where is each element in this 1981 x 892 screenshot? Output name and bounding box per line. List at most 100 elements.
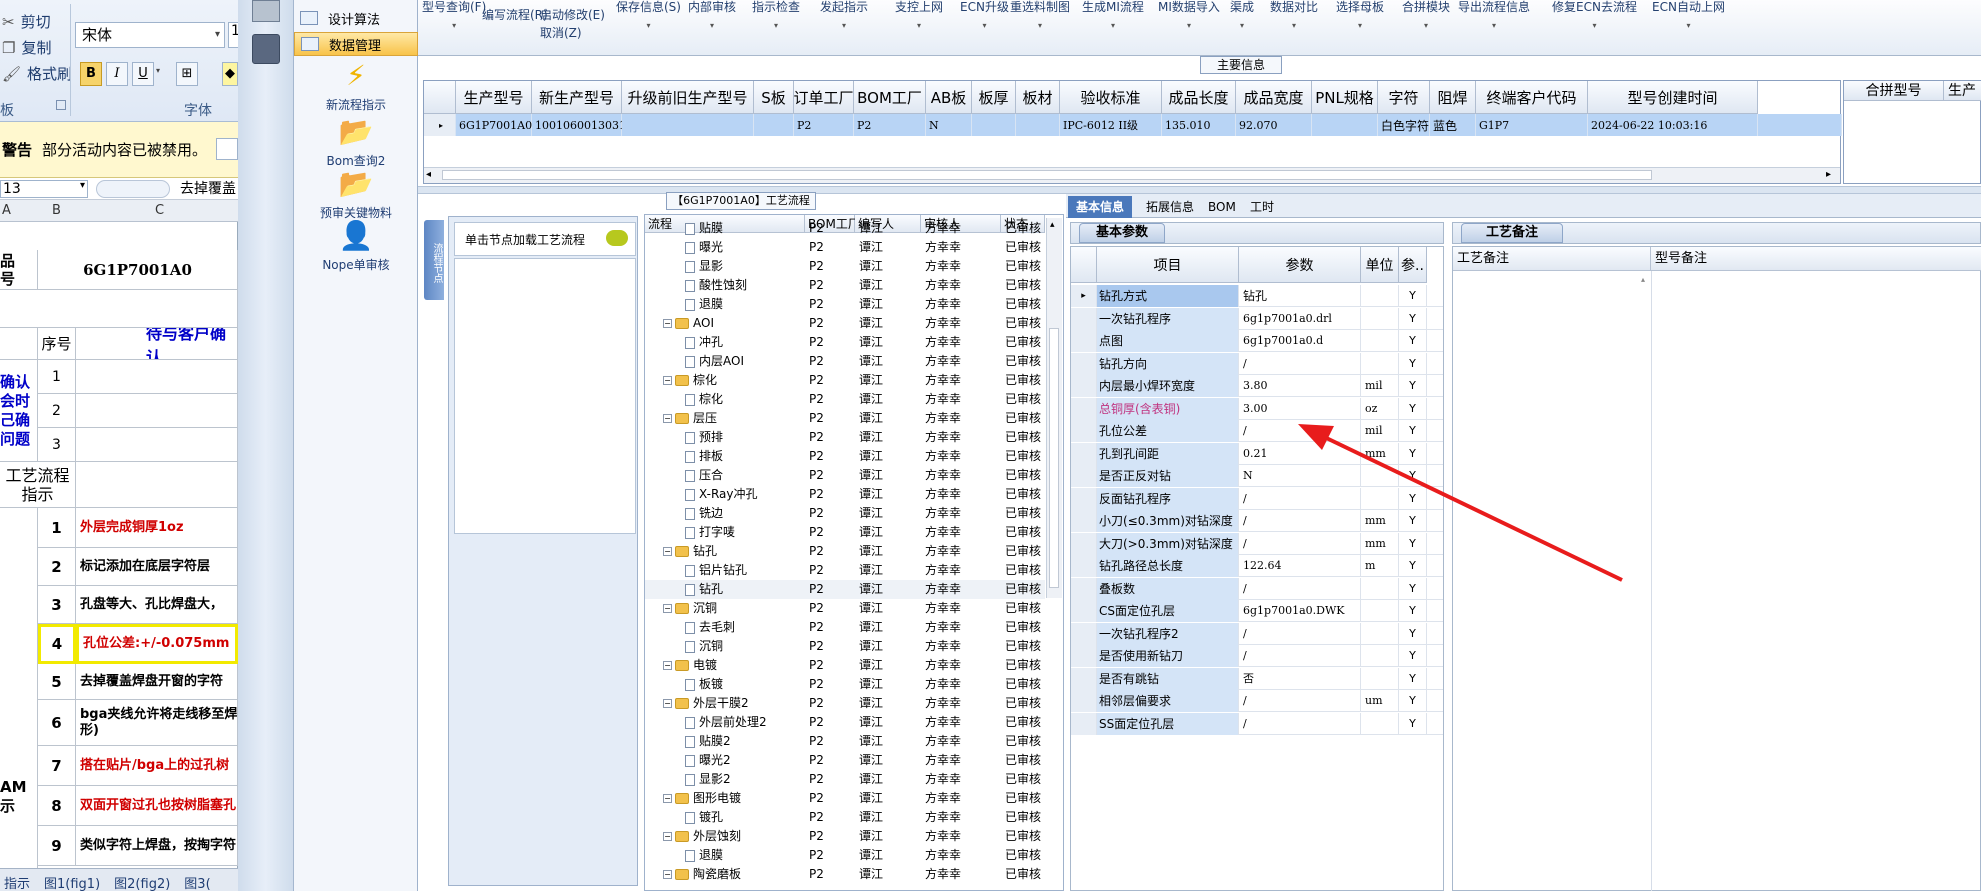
- column-header[interactable]: 终端客户代码: [1476, 81, 1588, 114]
- italic-button[interactable]: I: [106, 62, 128, 86]
- chevron-down-icon[interactable]: ▾: [960, 21, 1009, 30]
- tree-row[interactable]: 冲孔 P2 谭江 方幸幸 已审核: [645, 333, 1045, 352]
- name-box[interactable]: 13: [0, 180, 88, 198]
- process-label-cell[interactable]: 工艺流程 指示: [0, 462, 76, 508]
- tree-node-name[interactable]: 排板: [685, 447, 723, 466]
- flow-tree-vscrollbar[interactable]: ▴: [1046, 218, 1062, 598]
- row-indicator[interactable]: [1071, 375, 1097, 397]
- toolbar-button[interactable]: 合拼模块 ▾: [1402, 0, 1450, 30]
- scroll-up-icon[interactable]: ▴: [1641, 275, 1645, 284]
- sheet-tab-3[interactable]: 图2(fig2): [114, 873, 170, 892]
- param-item[interactable]: 钻孔方向: [1097, 352, 1239, 375]
- param-flag[interactable]: Y: [1399, 645, 1427, 667]
- param-row[interactable]: 内层最小焊环宽度 3.80 mil Y: [1071, 375, 1443, 397]
- param-item[interactable]: 相邻层偏要求: [1097, 690, 1239, 712]
- main-info-hscrollbar[interactable]: ◂ ▸: [424, 167, 1840, 183]
- tree-row[interactable]: 外层前处理2 P2 谭江 方幸幸 已审核: [645, 713, 1045, 732]
- tree-node-name[interactable]: − 层压: [663, 409, 717, 428]
- sheet-tab-1[interactable]: 指示: [4, 873, 30, 892]
- sheet-tab-2[interactable]: 图1(fig1): [44, 873, 100, 892]
- chevron-down-icon[interactable]: ▾: [752, 21, 800, 30]
- toolbar-button[interactable]: MI数据导入 ▾: [1158, 0, 1220, 30]
- cut-button[interactable]: ✂ 剪切: [2, 10, 51, 34]
- param-item[interactable]: 钻孔方式: [1097, 285, 1239, 307]
- toolbar-button[interactable]: 启动修改(E): [540, 6, 605, 23]
- tree-node-name[interactable]: − 电镀: [663, 656, 717, 675]
- tree-row[interactable]: 打字唛 P2 谭江 方幸幸 已审核: [645, 523, 1045, 542]
- confirm-row-1[interactable]: 1: [38, 360, 76, 394]
- grid-cell[interactable]: 2024-06-22 10:03:16: [1588, 114, 1758, 136]
- toolbar-button[interactable]: 修复ECN去流程 ▾: [1552, 0, 1637, 30]
- tree-row[interactable]: − 外层干膜2 P2 谭江 方幸幸 已审核: [645, 694, 1045, 713]
- row-indicator[interactable]: [1071, 532, 1097, 555]
- tree-node-name[interactable]: − 外层干膜2: [663, 694, 749, 713]
- instruction-number[interactable]: 6: [38, 700, 76, 746]
- tree-row[interactable]: X-Ray冲孔 P2 谭江 方幸幸 已审核: [645, 485, 1045, 504]
- tree-node-name[interactable]: 棕化: [685, 390, 723, 409]
- tree-node-name[interactable]: − 外层蚀刻: [663, 827, 741, 846]
- process-note-header[interactable]: 工艺备注: [1453, 247, 1651, 271]
- tree-node-name[interactable]: − 棕化: [663, 371, 717, 390]
- row-indicator-icon[interactable]: ▸: [424, 114, 456, 136]
- param-row[interactable]: 相邻层偏要求 / um Y: [1071, 690, 1443, 712]
- tree-row[interactable]: − AOI P2 谭江 方幸幸 已审核: [645, 314, 1045, 333]
- param-unit[interactable]: [1361, 645, 1399, 667]
- tree-node-name[interactable]: 贴膜2: [685, 732, 731, 751]
- param-value[interactable]: 3.80: [1239, 375, 1361, 397]
- tree-row[interactable]: 铣边 P2 谭江 方幸幸 已审核: [645, 504, 1045, 523]
- param-unit[interactable]: um: [1361, 690, 1399, 712]
- instruction-text[interactable]: 孔盘等大、孔比焊盘大，: [76, 586, 238, 624]
- param-item[interactable]: 孔到孔间距: [1097, 442, 1239, 465]
- factory-icon[interactable]: [252, 0, 280, 22]
- confirm-row-2[interactable]: 2: [38, 394, 76, 428]
- instruction-text[interactable]: 标记添加在底层字符层: [76, 548, 238, 586]
- param-flag[interactable]: Y: [1399, 307, 1427, 330]
- title-header-cell[interactable]: 待与客户确认: [76, 328, 238, 360]
- param-unit[interactable]: [1361, 667, 1399, 690]
- copy-button[interactable]: ❐ 复制: [2, 36, 51, 60]
- row-indicator[interactable]: [1071, 420, 1097, 442]
- tree-row[interactable]: − 沉铜 P2 谭江 方幸幸 已审核: [645, 599, 1045, 618]
- param-row[interactable]: 钻孔方向 / Y: [1071, 352, 1443, 375]
- chevron-down-icon[interactable]: ▾: [895, 21, 943, 30]
- empty-row[interactable]: [0, 290, 238, 328]
- param-unit[interactable]: [1361, 285, 1399, 307]
- fill-color-button[interactable]: ◆: [222, 62, 238, 86]
- collapse-toggle-icon[interactable]: −: [663, 794, 672, 803]
- instruction-number[interactable]: 9: [38, 826, 76, 866]
- param-row[interactable]: 是否有跳钻否 Y: [1071, 667, 1443, 690]
- param-item[interactable]: 是否有跳钻: [1097, 667, 1239, 690]
- tree-row[interactable]: 排板 P2 谭江 方幸幸 已审核: [645, 447, 1045, 466]
- tree-row[interactable]: 板镀 P2 谭江 方幸幸 已审核: [645, 675, 1045, 694]
- product-value-cell[interactable]: 6G1P7001A0: [38, 250, 238, 290]
- tree-row[interactable]: 退膜 P2 谭江 方幸幸 已审核: [645, 295, 1045, 314]
- column-header[interactable]: 板材: [1016, 81, 1060, 114]
- param-item[interactable]: 反面钻孔程序: [1097, 487, 1239, 510]
- column-header[interactable]: 成品宽度: [1236, 81, 1312, 114]
- row-indicator[interactable]: [1071, 690, 1097, 712]
- tree-node-name[interactable]: 内层AOI: [685, 352, 744, 371]
- tree-row[interactable]: − 图形电镀 P2 谭江 方幸幸 已审核: [645, 789, 1045, 808]
- tree-node-name[interactable]: 显影: [685, 257, 723, 276]
- sheet-tab-4[interactable]: 图3(: [184, 873, 210, 892]
- collapse-toggle-icon[interactable]: −: [663, 414, 672, 423]
- column-header[interactable]: PNL规格: [1312, 81, 1378, 114]
- column-header[interactable]: 成品长度: [1162, 81, 1236, 114]
- param-flag[interactable]: Y: [1399, 330, 1427, 352]
- column-header[interactable]: BOM工厂: [854, 81, 926, 114]
- param-item[interactable]: 一次钻孔程序: [1097, 307, 1239, 330]
- param-unit[interactable]: [1361, 600, 1399, 622]
- tree-node-name[interactable]: − 沉铜: [663, 599, 717, 618]
- scroll-up-icon[interactable]: ▴: [1050, 220, 1055, 230]
- tab-work-hours[interactable]: 工时: [1242, 196, 1282, 218]
- row-head-blank[interactable]: [0, 328, 38, 360]
- tree-row[interactable]: − 钻孔 P2 谭江 方幸幸 已审核: [645, 542, 1045, 561]
- instruction-number[interactable]: 4: [38, 624, 76, 664]
- grid-cell[interactable]: 白色字符: [1378, 114, 1430, 136]
- tree-node-name[interactable]: 曝光: [685, 238, 723, 257]
- chevron-down-icon[interactable]: ▾: [1458, 21, 1530, 30]
- tree-node-name[interactable]: − AOI: [663, 314, 714, 333]
- instruction-text[interactable]: 孔位公差:+/-0.075mm: [76, 624, 238, 664]
- formula-buttons[interactable]: [96, 180, 170, 198]
- calculator-icon[interactable]: [252, 34, 280, 64]
